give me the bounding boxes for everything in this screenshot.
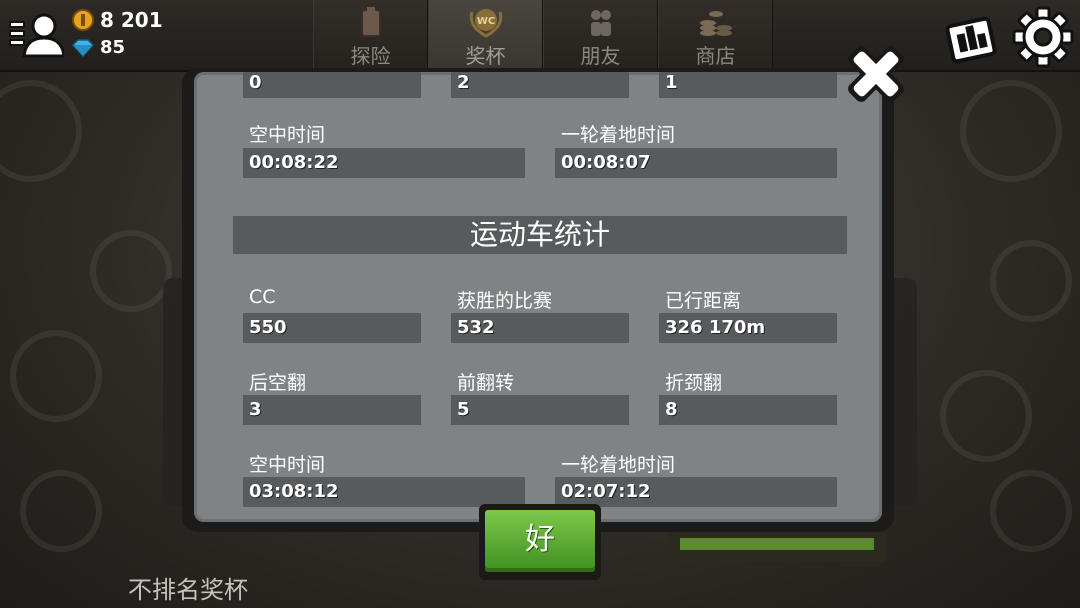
stat-value-distance: 326 170m — [659, 313, 837, 343]
ok-button[interactable]: 好 — [479, 504, 601, 580]
prev-stat-value-3: 1 — [659, 72, 837, 98]
main-tabs: 探险 WC 奖杯 朋友 商店 — [313, 0, 773, 70]
top-bar: 8 201 85 探险 WC 奖杯 朋友 商店 — [0, 0, 1080, 72]
stat-label-neckflips: 折颈翻 — [665, 372, 723, 394]
tab-label: 探险 — [350, 44, 391, 68]
stat-value-backflips: 3 — [243, 395, 421, 425]
stat-label-distance: 已行距离 — [665, 290, 742, 312]
close-icon[interactable] — [840, 38, 912, 110]
prev-air-time-label: 空中时间 — [249, 124, 326, 146]
svg-text:WC: WC — [476, 16, 494, 27]
gem-icon — [72, 38, 94, 57]
stats-dialog-body[interactable]: 0 2 1 空中时间 00:08:22 一轮着地时间 00:08:07 运动车统… — [194, 72, 882, 522]
coin-icon — [72, 9, 94, 31]
tab-trophies[interactable]: WC 奖杯 — [428, 0, 543, 68]
prev-wheelie-value: 00:08:07 — [555, 148, 837, 178]
prev-air-time-value: 00:08:22 — [243, 148, 525, 178]
prev-wheelie-label: 一轮着地时间 — [561, 124, 676, 146]
wc-trophy-icon: WC — [469, 9, 502, 38]
unranked-trophies-label: 不排名奖杯 — [128, 576, 248, 604]
stat-value-races-won: 532 — [451, 313, 629, 343]
section-title: 运动车统计 — [233, 216, 847, 254]
fuel-can-icon — [360, 7, 381, 37]
stat-label-air-time: 空中时间 — [249, 454, 326, 476]
tab-label: 奖杯 — [465, 44, 506, 68]
gem-counter: 85 — [72, 37, 125, 58]
gem-amount: 85 — [100, 37, 126, 58]
coin-amount: 8 201 — [100, 8, 163, 32]
stat-value-frontflips: 5 — [451, 395, 629, 425]
tab-label: 朋友 — [580, 44, 621, 68]
tab-adventure[interactable]: 探险 — [313, 0, 428, 68]
tab-friends[interactable]: 朋友 — [543, 0, 658, 68]
stat-value-neckflips: 8 — [659, 395, 837, 425]
tab-label: 商店 — [695, 44, 736, 68]
leaderboard-icon[interactable] — [944, 8, 1004, 64]
prev-stat-value-2: 2 — [451, 72, 629, 98]
coin-stacks-icon — [699, 11, 732, 36]
friends-icon — [590, 10, 611, 36]
coin-counter: 8 201 — [72, 8, 163, 32]
background-progress-strip — [668, 530, 886, 562]
stat-value-wheelie-time: 02:07:12 — [555, 477, 837, 507]
profile-menu-icon[interactable] — [6, 8, 64, 60]
stats-dialog: 0 2 1 空中时间 00:08:22 一轮着地时间 00:08:07 运动车统… — [182, 68, 894, 532]
stat-label-wheelie-time: 一轮着地时间 — [561, 454, 676, 476]
stat-label-races-won: 获胜的比赛 — [457, 290, 553, 312]
stat-label-cc: CC — [249, 286, 276, 308]
prev-stat-value-1: 0 — [243, 72, 421, 98]
ok-button-label: 好 — [485, 510, 595, 572]
settings-gear-icon[interactable] — [1012, 6, 1074, 68]
stat-label-frontflips: 前翻转 — [457, 372, 515, 394]
stat-label-backflips: 后空翻 — [249, 372, 307, 394]
stat-value-air-time: 03:08:12 — [243, 477, 525, 507]
stat-value-cc: 550 — [243, 313, 421, 343]
tab-shop[interactable]: 商店 — [658, 0, 773, 68]
